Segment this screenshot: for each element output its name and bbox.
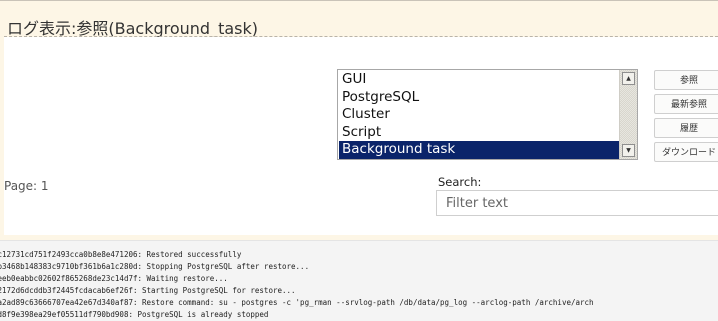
log-type-option-cluster[interactable]: Cluster [339,106,619,124]
download-button[interactable]: ダウンロード [654,142,718,162]
log-line: c2172d6dcddb3f2445fcdacab6ef26f: Startin… [0,286,296,295]
scroll-up-button[interactable]: ▲ [622,72,635,85]
log-line: bd8f9e398ea29ef05511df790bd908: PostgreS… [0,310,268,319]
log-line-hash: 9c12731cd751f2493cca0b8e8e471206 [0,250,138,259]
log-type-option-background-task[interactable]: Background task [339,141,619,159]
log-line: feeb0eabbc02602f865268de23c14d7f: Waitin… [0,274,228,283]
log-line: cb3468b148383c9710bf361b6a1c280d: Stoppi… [0,262,309,271]
log-type-listbox[interactable]: GUI PostgreSQL Cluster Script Background… [337,69,638,160]
log-output: 9c12731cd751f2493cca0b8e8e471206: Restor… [0,240,718,321]
log-type-option-postgresql[interactable]: PostgreSQL [339,89,619,107]
scroll-down-button[interactable]: ▼ [622,144,635,157]
log-line-message: : PostgreSQL is already stopped [128,310,269,319]
page-indicator: Page: 1 [4,179,49,193]
log-line-message: : Restore command: su - postgres -c 'pg_… [132,298,594,307]
log-line-hash: c2172d6dcddb3f2445fcdacab6ef26f [0,286,133,295]
log-line-message: : Restored successfully [137,250,242,259]
search-input[interactable] [436,190,718,216]
latest-view-button[interactable]: 最新参照 [654,94,718,114]
title-bar: ログ表示:参照(Background_task) [0,0,718,38]
log-line-message: : Stopping PostgreSQL after restore... [137,262,310,271]
log-line: 9c12731cd751f2493cca0b8e8e471206: Restor… [0,250,241,259]
history-button[interactable]: 履歴 [654,118,718,138]
view-button[interactable]: 参照 [654,70,718,90]
log-line-message: : Starting PostgreSQL for restore... [132,286,296,295]
log-line-hash: cb3468b148383c9710bf361b6a1c280d [0,262,138,271]
listbox-scrollbar[interactable]: ▲ ▼ [619,70,637,159]
log-type-option-script[interactable]: Script [339,124,619,142]
log-line-hash: feeb0eabbc02602f865268de23c14d7f [0,274,138,283]
log-line-hash: bd8f9e398ea29ef05511df790bd908 [0,310,129,319]
search-label: Search: [438,175,482,189]
log-line-message: : Waiting restore... [137,274,228,283]
log-line: 5a2ad89c63666707ea42e67d340af87: Restore… [0,298,594,307]
log-type-option-gui[interactable]: GUI [339,71,619,89]
log-line-hash: 5a2ad89c63666707ea42e67d340af87 [0,298,133,307]
log-type-options: GUI PostgreSQL Cluster Script Background… [339,71,619,159]
